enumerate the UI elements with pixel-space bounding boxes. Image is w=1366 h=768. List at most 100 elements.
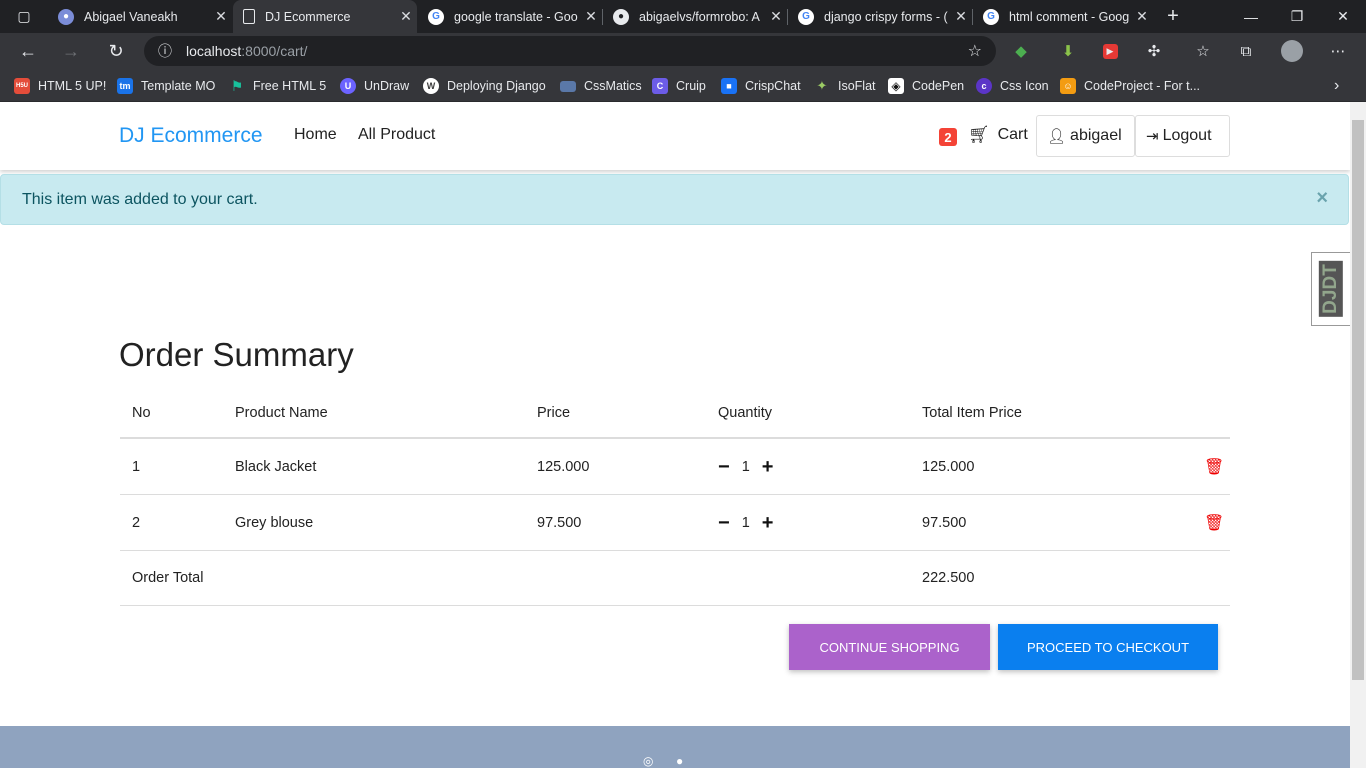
proceed-to-checkout-button[interactable]: Proceed to checkout <box>998 624 1218 670</box>
logout-button[interactable]: ⇥ Logout <box>1135 115 1230 157</box>
minus-icon[interactable]: − <box>718 457 730 477</box>
tab-title: google translate - Goo <box>454 9 578 24</box>
djdt-label: DJDT <box>1319 261 1343 317</box>
tab-html-comment[interactable]: G html comment - Goog ✕ <box>973 0 1153 33</box>
new-tab-icon[interactable]: + <box>1155 0 1191 33</box>
tab-title: html comment - Goog <box>1009 9 1130 24</box>
tab-actions-icon[interactable]: ▢ <box>2 0 46 33</box>
bookmarks-bar: H5U HTML 5 UP! tm Template MO ⚑ Free HTML 5… <box>0 69 1366 102</box>
minus-icon[interactable]: − <box>718 513 730 533</box>
close-icon[interactable]: ✕ <box>395 8 417 25</box>
wordpress-icon: W <box>423 78 439 94</box>
favorites-icon[interactable]: ☆ <box>1192 40 1214 62</box>
close-icon[interactable]: ✕ <box>950 8 972 25</box>
tab-title: django crispy forms - ( <box>824 9 948 24</box>
back-icon[interactable]: ← <box>12 36 44 66</box>
profile-icon[interactable] <box>1281 40 1303 62</box>
bookmark-item[interactable]: C Cruip <box>652 76 706 96</box>
bookmark-item[interactable]: c Css Icon <box>976 76 1049 96</box>
page-title: Order Summary <box>119 336 354 373</box>
user-button[interactable]: 👤︎ abigael <box>1036 115 1135 157</box>
tab-abigael[interactable]: ● Abigael Vaneakh ✕ <box>48 0 232 33</box>
bookmark-item[interactable]: CssMatics <box>560 76 642 96</box>
restore-icon[interactable]: ❐ <box>1274 0 1320 33</box>
add-favorite-icon[interactable]: ☆ <box>968 41 982 61</box>
tab-google-translate[interactable]: G google translate - Goo ✕ <box>418 0 602 33</box>
nav-home[interactable]: Home <box>294 126 337 144</box>
bookmark-item[interactable]: tm Template MO <box>117 76 215 96</box>
google-icon: G <box>983 8 999 25</box>
minimize-icon[interactable]: — <box>1228 0 1274 33</box>
templatemo-icon: tm <box>117 78 133 94</box>
quantity-stepper: − 1 + <box>718 513 773 533</box>
cssmatics-icon <box>560 80 576 92</box>
isoflat-icon: ✦ <box>816 78 828 93</box>
shopping-cart-icon: 🛒︎ <box>968 125 990 144</box>
bookmark-label: CrispChat <box>745 79 801 93</box>
site-info-icon[interactable]: ⓘ <box>158 41 172 61</box>
browser-toolbar: ← → ↻ ⓘ localhost:8000/cart/ ☆ ◆ ⬇ ▶ ✣ ☆… <box>0 33 1366 69</box>
cssicon-icon: c <box>976 78 992 94</box>
bookmark-label: CodeProject - For t... <box>1084 79 1201 93</box>
item-no: 2 <box>132 514 141 531</box>
tab-django-crispy[interactable]: G django crispy forms - ( ✕ <box>788 0 972 33</box>
user-icon: 👤︎ <box>1047 128 1067 145</box>
close-icon[interactable]: ✕ <box>765 8 787 25</box>
continue-shopping-button[interactable]: Continue shopping <box>789 624 990 670</box>
extension-red-icon[interactable]: ▶ <box>1102 43 1118 59</box>
more-menu-icon[interactable]: ⋯ <box>1327 40 1349 62</box>
bookmark-label: HTML 5 UP! <box>38 79 107 93</box>
collections-icon[interactable]: ⧉ <box>1235 40 1257 62</box>
extensions-puzzle-icon[interactable]: ✣ <box>1143 40 1165 62</box>
tab-dj-ecommerce[interactable]: DJ Ecommerce ✕ <box>233 0 417 33</box>
plus-icon[interactable]: + <box>762 457 774 477</box>
bookmark-label: IsoFlat <box>838 79 876 93</box>
bookmark-item[interactable]: ◈ CodePen <box>888 76 964 96</box>
page-scrollbar[interactable] <box>1350 102 1366 768</box>
undraw-icon: U <box>340 78 356 94</box>
trash-icon[interactable]: 🗑︎ <box>1204 513 1224 533</box>
header-quantity: Quantity <box>718 404 772 421</box>
crispchat-icon: ■ <box>721 78 737 94</box>
bookmark-label: UnDraw <box>364 79 410 93</box>
tab-github[interactable]: ● abigaelvs/formrobo: A ✕ <box>603 0 787 33</box>
close-icon[interactable]: × <box>1316 187 1328 210</box>
bookmarks-overflow-icon[interactable]: › <box>1334 76 1339 96</box>
bookmark-item[interactable]: ⚑ Free HTML 5 <box>229 76 326 96</box>
bookmark-item[interactable]: ✦ IsoFlat <box>814 76 876 96</box>
extension-colorful-icon[interactable]: ◆ <box>1010 40 1032 62</box>
bookmark-item[interactable]: ■ CrispChat <box>721 76 801 96</box>
close-icon[interactable]: ✕ <box>210 8 232 25</box>
github-icon[interactable]: ● <box>676 754 683 768</box>
bookmark-item[interactable]: H5U HTML 5 UP! <box>14 76 106 96</box>
cart-link[interactable]: 🛒︎ Cart <box>968 125 1028 145</box>
instagram-icon[interactable]: ◎ <box>643 754 653 768</box>
browser-tab-bar: ▢ ● Abigael Vaneakh ✕ DJ Ecommerce ✕ G g… <box>0 0 1366 33</box>
extension-download-icon[interactable]: ⬇ <box>1057 40 1079 62</box>
header-total-item-price: Total Item Price <box>922 404 1022 421</box>
cruip-icon: C <box>652 78 668 94</box>
close-icon[interactable]: ✕ <box>580 8 602 25</box>
bookmark-item[interactable]: ☺ CodeProject - For t... <box>1060 76 1200 96</box>
brand-logo[interactable]: DJ Ecommerce <box>119 124 263 148</box>
plus-icon[interactable]: + <box>762 513 774 533</box>
codeproject-icon: ☺ <box>1060 78 1076 94</box>
profile-avatar-icon: ● <box>58 8 74 25</box>
user-label: abigael <box>1070 127 1122 144</box>
forward-icon[interactable]: → <box>55 36 87 66</box>
reload-icon[interactable]: ↻ <box>100 36 132 66</box>
django-debug-toolbar-handle[interactable]: DJDT <box>1311 252 1350 326</box>
scrollbar-thumb[interactable] <box>1352 120 1364 680</box>
trash-icon[interactable]: 🗑︎ <box>1204 457 1224 477</box>
close-icon[interactable]: ✕ <box>1131 8 1153 25</box>
flag-icon: ⚑ <box>230 77 244 94</box>
bookmark-label: Css Icon <box>1000 79 1049 93</box>
bookmark-label: CodePen <box>912 79 965 93</box>
window-close-icon[interactable]: ✕ <box>1320 0 1366 33</box>
bookmark-item[interactable]: W Deploying Django <box>423 76 546 96</box>
bookmark-item[interactable]: U UnDraw <box>340 76 409 96</box>
table-header: No Product Name Price Quantity Total Ite… <box>120 388 1230 439</box>
address-bar[interactable]: ⓘ localhost:8000/cart/ ☆ <box>144 36 996 66</box>
nav-all-product[interactable]: All Product <box>358 126 435 144</box>
github-icon: ● <box>613 8 629 25</box>
